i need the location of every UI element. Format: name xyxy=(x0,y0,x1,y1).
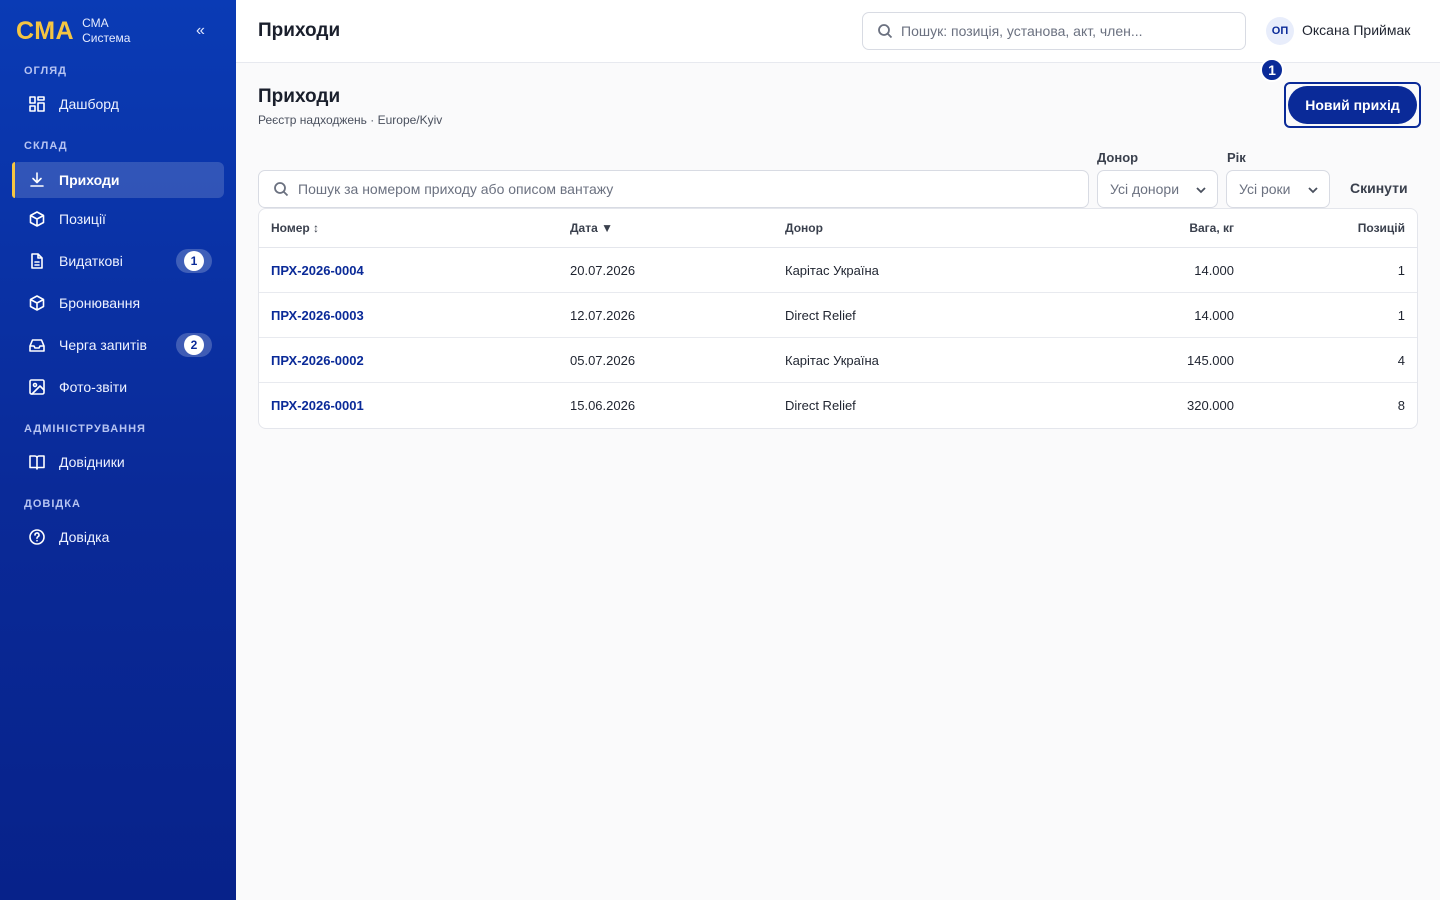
receipt-number-link[interactable]: ПРХ-2026-0001 xyxy=(271,398,364,413)
sidebar-item-positions[interactable]: Позиції xyxy=(12,201,224,237)
donor-select[interactable]: Усі донори xyxy=(1097,170,1218,208)
image-icon xyxy=(28,378,46,396)
count-badge: 2 xyxy=(176,333,212,357)
brand[interactable]: СМА СМА Система xyxy=(16,16,130,46)
new-receipt-button[interactable]: Новий прихід xyxy=(1288,86,1417,124)
receipt-positions: 1 xyxy=(1397,263,1405,278)
search-icon xyxy=(274,182,289,197)
sidebar: СМА СМА Система « ОГЛЯД Дашборд СКЛАД Пр… xyxy=(0,0,236,900)
year-filter-label: Рік xyxy=(1227,150,1246,165)
page-subtitle: Реєстр надходжень · Europe/Kyiv xyxy=(258,113,443,127)
column-weight[interactable]: Вага, кг xyxy=(1189,221,1234,235)
top-header: Приходи ОП Оксана Приймак xyxy=(236,0,1440,63)
chevron-down-icon xyxy=(1308,187,1318,194)
section-warehouse: СКЛАД xyxy=(24,140,68,152)
brand-line2: Система xyxy=(82,31,131,45)
brand-text: СМА Система xyxy=(82,16,130,46)
sidebar-item-dashboard[interactable]: Дашборд xyxy=(12,86,224,122)
receipt-donor: Карітас Україна xyxy=(785,263,879,278)
receipt-number-link[interactable]: ПРХ-2026-0002 xyxy=(271,353,364,368)
receipt-weight: 145.000 xyxy=(1187,353,1234,368)
brand-logo: СМА xyxy=(16,16,75,45)
inbox-icon xyxy=(28,336,46,354)
section-overview: ОГЛЯД xyxy=(24,65,67,77)
sidebar-item-directories[interactable]: Довідники xyxy=(12,444,224,480)
receipts-search-input[interactable] xyxy=(298,181,1058,197)
receipt-donor: Direct Relief xyxy=(785,398,856,413)
table-row[interactable]: ПРХ-2026-0002 05.07.2026 Карітас Україна… xyxy=(259,338,1417,383)
box-icon xyxy=(28,210,46,228)
table-header: Номер ↕ Дата ▼ Донор Вага, кг Позицій xyxy=(259,209,1417,248)
page-title: Приходи xyxy=(258,86,341,107)
sidebar-item-label: Черга запитів xyxy=(59,337,147,353)
sidebar-item-label: Фото-звіти xyxy=(59,379,128,395)
header-title: Приходи xyxy=(258,20,341,41)
receipt-date: 15.06.2026 xyxy=(570,398,636,413)
column-donor[interactable]: Донор xyxy=(785,221,823,235)
section-help: ДОВІДКА xyxy=(24,498,81,510)
receipt-date: 05.07.2026 xyxy=(570,353,636,368)
avatar[interactable]: ОП xyxy=(1266,17,1294,45)
sidebar-item-label: Бронювання xyxy=(59,295,141,311)
sidebar-item-label: Видаткові xyxy=(59,253,123,269)
sidebar-item-label: Позиції xyxy=(59,211,106,227)
receipt-date: 12.07.2026 xyxy=(570,308,636,323)
book-icon xyxy=(28,453,46,471)
sidebar-item-help[interactable]: Довідка xyxy=(12,519,224,555)
search-icon xyxy=(878,24,893,39)
brand-line1: СМА xyxy=(82,16,109,30)
receipt-weight: 320.000 xyxy=(1187,398,1234,413)
year-select-value: Усі роки xyxy=(1239,181,1291,197)
sidebar-item-photo-reports[interactable]: Фото-звіти xyxy=(12,369,224,405)
receipts-search[interactable] xyxy=(258,170,1089,208)
donor-select-value: Усі донори xyxy=(1110,181,1180,197)
receipt-weight: 14.000 xyxy=(1194,308,1234,323)
chevron-down-icon xyxy=(1196,187,1206,194)
receipt-donor: Direct Relief xyxy=(785,308,856,323)
receipt-positions: 1 xyxy=(1397,308,1405,323)
table-row[interactable]: ПРХ-2026-0003 12.07.2026 Direct Relief 1… xyxy=(259,293,1417,338)
year-select[interactable]: Усі роки xyxy=(1226,170,1330,208)
receipts-table: Номер ↕ Дата ▼ Донор Вага, кг Позицій ПР… xyxy=(258,208,1418,429)
receipt-donor: Карітас Україна xyxy=(785,353,879,368)
table-row[interactable]: ПРХ-2026-0004 20.07.2026 Карітас Україна… xyxy=(259,248,1417,293)
column-date[interactable]: Дата ▼ xyxy=(570,221,613,235)
sidebar-item-label: Дашборд xyxy=(59,96,119,112)
receipt-date: 20.07.2026 xyxy=(570,263,636,278)
column-number[interactable]: Номер ↕ xyxy=(271,221,319,235)
receipt-number-link[interactable]: ПРХ-2026-0003 xyxy=(271,308,364,323)
sidebar-item-receipts[interactable]: Приходи xyxy=(12,162,224,198)
sidebar-item-bookings[interactable]: Бронювання xyxy=(12,285,224,321)
collapse-sidebar-icon[interactable]: « xyxy=(196,22,205,40)
sidebar-item-label: Довідка xyxy=(59,529,110,545)
receipt-number-link[interactable]: ПРХ-2026-0004 xyxy=(271,263,364,278)
sidebar-item-label: Приходи xyxy=(59,172,120,188)
help-icon xyxy=(28,528,46,546)
user-name[interactable]: Оксана Приймак xyxy=(1302,22,1410,38)
global-search[interactable] xyxy=(862,12,1246,50)
column-positions[interactable]: Позицій xyxy=(1358,221,1405,235)
reset-filters-button[interactable]: Скинути xyxy=(1350,180,1408,196)
table-row[interactable]: ПРХ-2026-0001 15.06.2026 Direct Relief 3… xyxy=(259,383,1417,428)
download-icon xyxy=(28,171,46,189)
document-icon xyxy=(28,252,46,270)
receipt-positions: 8 xyxy=(1397,398,1405,413)
box-icon xyxy=(28,294,46,312)
sidebar-item-request-queue[interactable]: Черга запитів 2 xyxy=(12,327,224,363)
receipt-positions: 4 xyxy=(1397,353,1405,368)
sidebar-item-expenses[interactable]: Видаткові 1 xyxy=(12,243,224,279)
dashboard-icon xyxy=(28,95,46,113)
global-search-input[interactable] xyxy=(901,23,1231,39)
receipt-weight: 14.000 xyxy=(1194,263,1234,278)
donor-filter-label: Донор xyxy=(1097,150,1139,165)
count-badge: 1 xyxy=(176,249,212,273)
sidebar-item-label: Довідники xyxy=(59,454,125,470)
new-receipt-button-focus-ring: Новий прихід xyxy=(1284,82,1421,128)
section-administration: АДМІНІСТРУВАННЯ xyxy=(24,423,146,435)
step-marker: 1 xyxy=(1260,58,1284,82)
